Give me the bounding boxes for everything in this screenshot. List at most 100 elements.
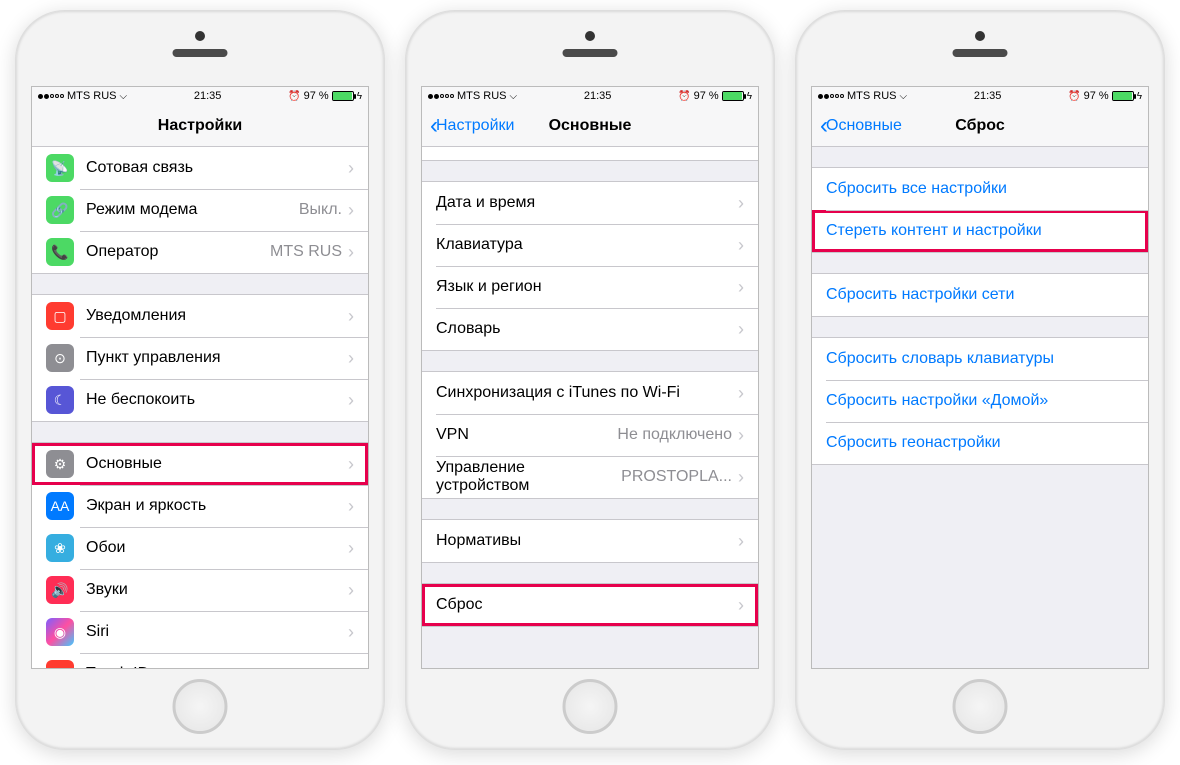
home-button[interactable] [563,679,618,734]
alarm-icon: ⏰ [1068,91,1080,102]
alarm-icon: ⏰ [288,91,300,102]
settings-row[interactable]: Сбросить настройки сети [812,274,1148,316]
row-label: Клавиатура [436,236,738,254]
settings-row[interactable]: ◉Touch ID и код-пароль› [32,653,368,668]
row-label: Сбросить настройки сети [826,286,1134,304]
home-button[interactable] [953,679,1008,734]
row-label: Звуки [86,581,348,599]
signal-strength-icon [818,94,844,99]
battery-icon [1112,91,1134,101]
settings-row[interactable]: Сбросить словарь клавиатуры [812,338,1148,380]
settings-row[interactable]: Словарь› [422,308,758,350]
settings-row[interactable]: ⊙ Пункт управления› [32,337,368,379]
carrier-label: MTS RUS [847,90,897,102]
home-button[interactable] [173,679,228,734]
row-value: PROSTOPLA... [621,468,732,486]
settings-group: Нормативы› [422,519,758,563]
nav-title: Основные [549,117,632,135]
chevron-right-icon: › [348,390,354,411]
settings-row[interactable]: ОграниченияВыкл.› [422,147,758,160]
settings-row[interactable]: Стереть контент и настройки [812,210,1148,252]
phone-camera [975,31,985,41]
chevron-right-icon: › [738,147,744,150]
nav-bar: ‹ Настройки Основные [422,105,758,147]
chevron-right-icon: › [738,531,744,552]
settings-row[interactable]: Сброс› [422,584,758,626]
row-label: VPN [436,426,617,444]
row-label: Сбросить все настройки [826,180,1134,198]
settings-group: ▢Уведомления›⊙Пункт управления›☾Не беспо… [32,294,368,422]
settings-row[interactable]: Язык и регион› [422,266,758,308]
signal-strength-icon [428,94,454,99]
status-time: 21:35 [194,90,222,102]
settings-group: ⚙Основные›AAЭкран и яркость›❀Обои› 🔊 Звуки… [32,442,368,668]
notif-icon: ▢ [46,302,74,330]
nav-back-button[interactable]: ‹ Основные [820,114,902,138]
wifi-icon: ⌵ [120,91,128,102]
settings-row[interactable]: Синхронизация с iTunes по Wi-Fi› [422,372,758,414]
settings-row[interactable]: ⚙Основные› [32,443,368,485]
settings-row[interactable]: VPNНе подключено› [422,414,758,456]
chevron-right-icon: › [348,454,354,475]
settings-row[interactable]: ▢Уведомления› [32,295,368,337]
settings-group: Дата и время›Клавиатура›Язык и регион›Сл… [422,181,758,351]
dnd-icon: ☾ [46,386,74,414]
general-list[interactable]: ОграниченияВыкл.›Дата и время›Клавиатура… [422,147,758,668]
settings-row[interactable]: 🔗Режим модемаВыкл.› [32,189,368,231]
battery-pct: 97 % [694,90,719,102]
row-label: Сотовая связь [86,159,348,177]
nav-title: Сброс [955,117,1004,135]
chevron-right-icon: › [348,496,354,517]
settings-row[interactable]: Сбросить геонастройки [812,422,1148,464]
siri-icon: ◉ [46,618,74,646]
hotspot-icon: 🔗 [46,196,74,224]
wallpaper-icon: ❀ [46,534,74,562]
settings-row[interactable]: Сбросить настройки «Домой» [812,380,1148,422]
chevron-right-icon: › [348,242,354,263]
control-icon: ⊙ [46,344,74,372]
row-value: Выкл. [299,201,342,219]
status-time: 21:35 [974,90,1002,102]
settings-row[interactable]: Сбросить все настройки [812,168,1148,210]
settings-row[interactable]: ❀Обои› [32,527,368,569]
battery-pct: 97 % [304,90,329,102]
chevron-right-icon: › [348,306,354,327]
status-bar: MTS RUS ⌵ 21:35 ⏰ 97 % ϟ [32,87,368,105]
chevron-right-icon: › [738,595,744,616]
nav-title: Настройки [158,117,242,135]
settings-row[interactable]: Дата и время› [422,182,758,224]
chevron-right-icon: › [738,193,744,214]
settings-row[interactable]: Клавиатура› [422,224,758,266]
signal-strength-icon [38,94,64,99]
nav-back-label: Основные [826,117,902,135]
settings-row[interactable]: ◉Siri› [32,611,368,653]
chevron-right-icon: › [348,348,354,369]
settings-row[interactable]: 📞ОператорMTS RUS› [32,231,368,273]
chevron-right-icon: › [348,622,354,643]
reset-list[interactable]: Сбросить все настройки Стереть контент и … [812,147,1148,668]
sounds-icon: 🔊 [46,576,74,604]
settings-row[interactable]: Управление устройствомPROSTOPLA...› [422,456,758,498]
chevron-right-icon: › [738,235,744,256]
settings-row[interactable]: 🔊Звуки› [32,569,368,611]
chevron-right-icon: › [738,277,744,298]
row-label: Пункт управления [86,349,348,367]
chevron-right-icon: › [348,538,354,559]
settings-row[interactable]: 📡Сотовая связь› [32,147,368,189]
nav-back-button[interactable]: ‹ Настройки [430,114,514,138]
settings-row[interactable]: Нормативы› [422,520,758,562]
settings-row[interactable]: ☾Не беспокоить› [32,379,368,421]
alarm-icon: ⏰ [678,91,690,102]
charging-icon: ϟ [357,91,362,102]
phone-camera [195,31,205,41]
row-label: Основные [86,455,348,473]
battery-icon [722,91,744,101]
battery-pct: 97 % [1084,90,1109,102]
settings-group: Сбросить словарь клавиатурыСбросить наст… [812,337,1148,465]
status-bar: MTS RUS ⌵ 21:35 ⏰ 97 % ϟ [812,87,1148,105]
phone-speaker [173,49,228,57]
settings-list[interactable]: 📡Сотовая связь›🔗Режим модемаВыкл.›📞Опера… [32,147,368,668]
phone-speaker [563,49,618,57]
settings-row[interactable]: AAЭкран и яркость› [32,485,368,527]
row-label: Словарь [436,320,738,338]
